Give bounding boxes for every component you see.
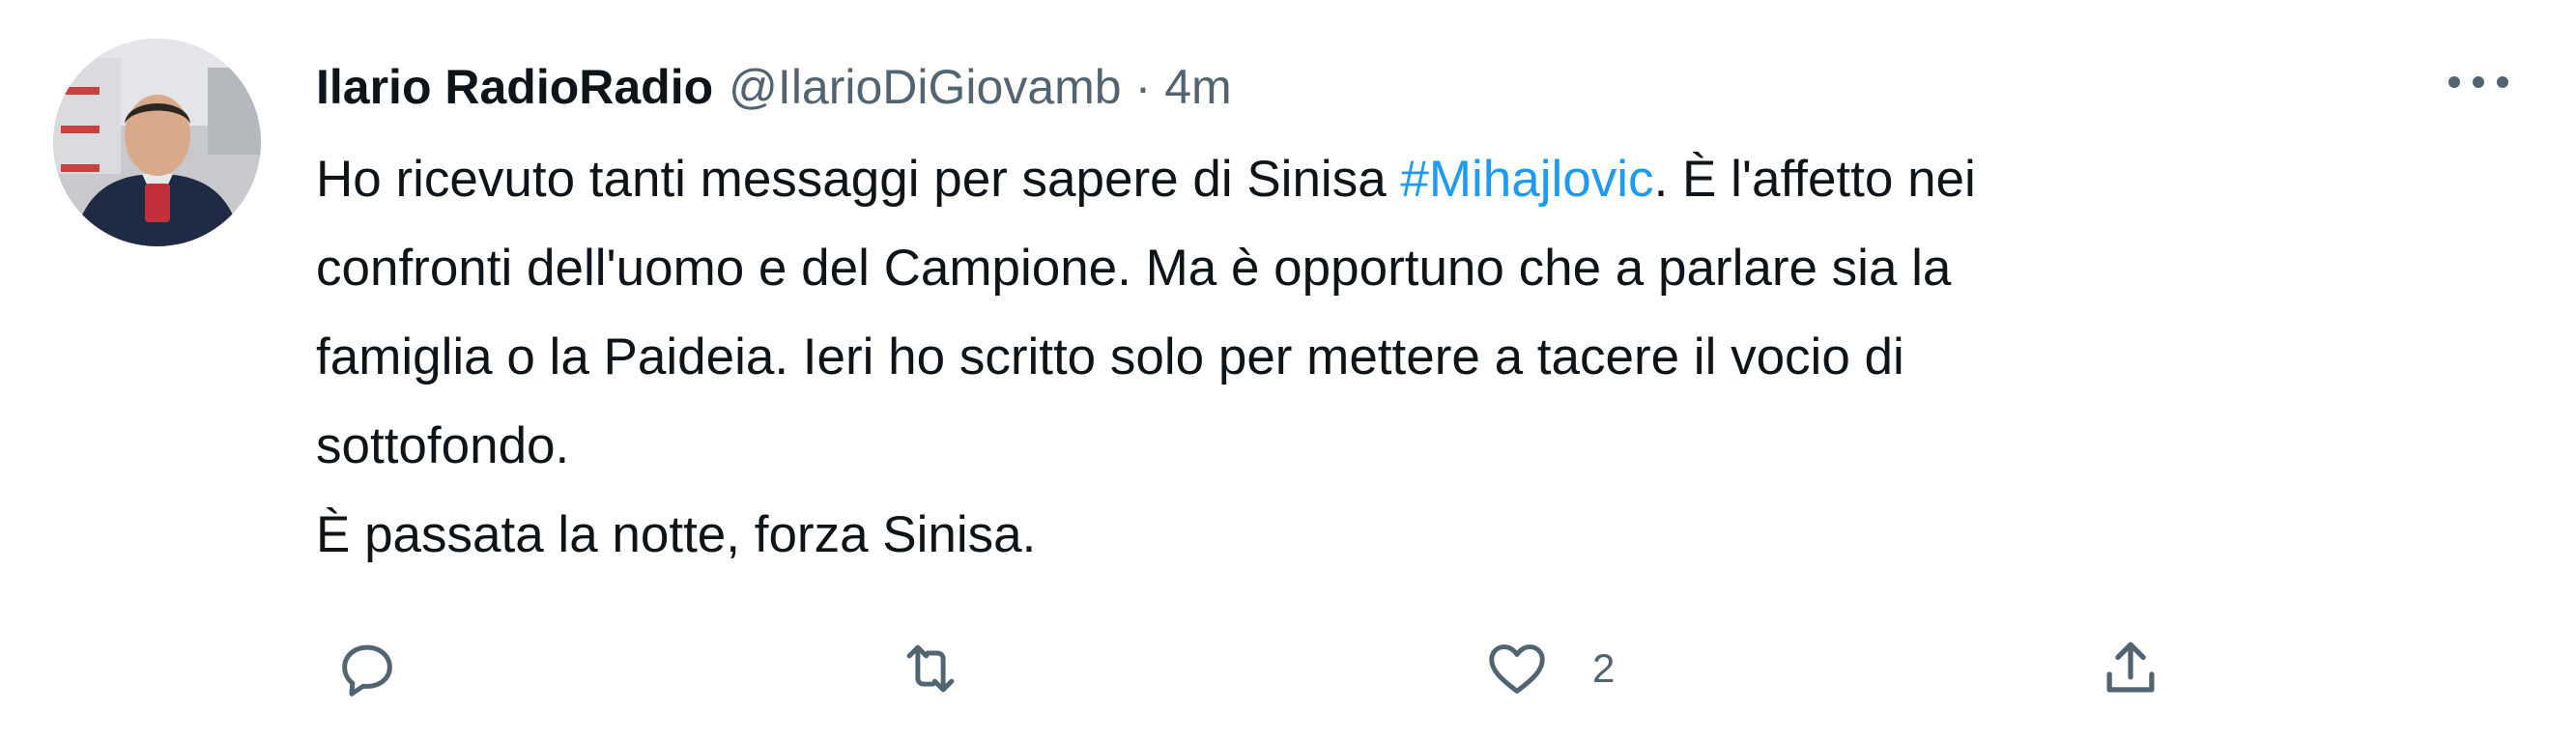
tweet-text-line: confronti dell'uomo e del Campione. Ma è…: [316, 240, 1952, 297]
author-name[interactable]: Ilario RadioRadio: [316, 48, 713, 126]
tweet-header: Ilario RadioRadio @IlarioDiGiovamb · 4m: [316, 48, 1232, 126]
tweet-text-segment: . È l'affetto nei: [1653, 151, 1976, 208]
share-button[interactable]: [2097, 630, 2164, 707]
reply-button[interactable]: [333, 630, 401, 707]
reply-icon: [342, 644, 392, 697]
tweet-text: Ho ricevuto tanti messaggi per sapere di…: [316, 135, 2490, 580]
tweet-text-line: È passata la notte, forza Sinisa.: [316, 506, 1037, 563]
author-handle[interactable]: @IlarioDiGiovamb: [729, 48, 1121, 126]
retweet-icon: [906, 644, 955, 693]
tweet-text-segment: Ho ricevuto tanti messaggi per sapere di…: [316, 151, 1401, 208]
more-dots-icon: [2448, 76, 2508, 88]
like-count: 2: [1592, 645, 1616, 691]
tweet-text-line: Ho ricevuto tanti messaggi per sapere di…: [316, 135, 2490, 224]
avatar[interactable]: [53, 39, 261, 246]
tweet-text-line: sottofondo.: [316, 417, 570, 474]
share-icon: [2106, 642, 2155, 693]
tweet-text-line: famiglia o la Paideia. Ieri ho scritto s…: [316, 328, 1904, 385]
separator-dot: ·: [1134, 60, 1152, 114]
heart-icon: [1489, 644, 1545, 694]
tweet-card[interactable]: Ilario RadioRadio @IlarioDiGiovamb · 4m …: [0, 0, 2576, 742]
hashtag-link[interactable]: #Mihajlovic: [1400, 151, 1653, 208]
retweet-button[interactable]: [894, 630, 967, 707]
tweet-timestamp[interactable]: 4m: [1164, 48, 1231, 126]
more-options-button[interactable]: [2435, 58, 2522, 106]
like-button[interactable]: 2: [1480, 630, 1615, 707]
